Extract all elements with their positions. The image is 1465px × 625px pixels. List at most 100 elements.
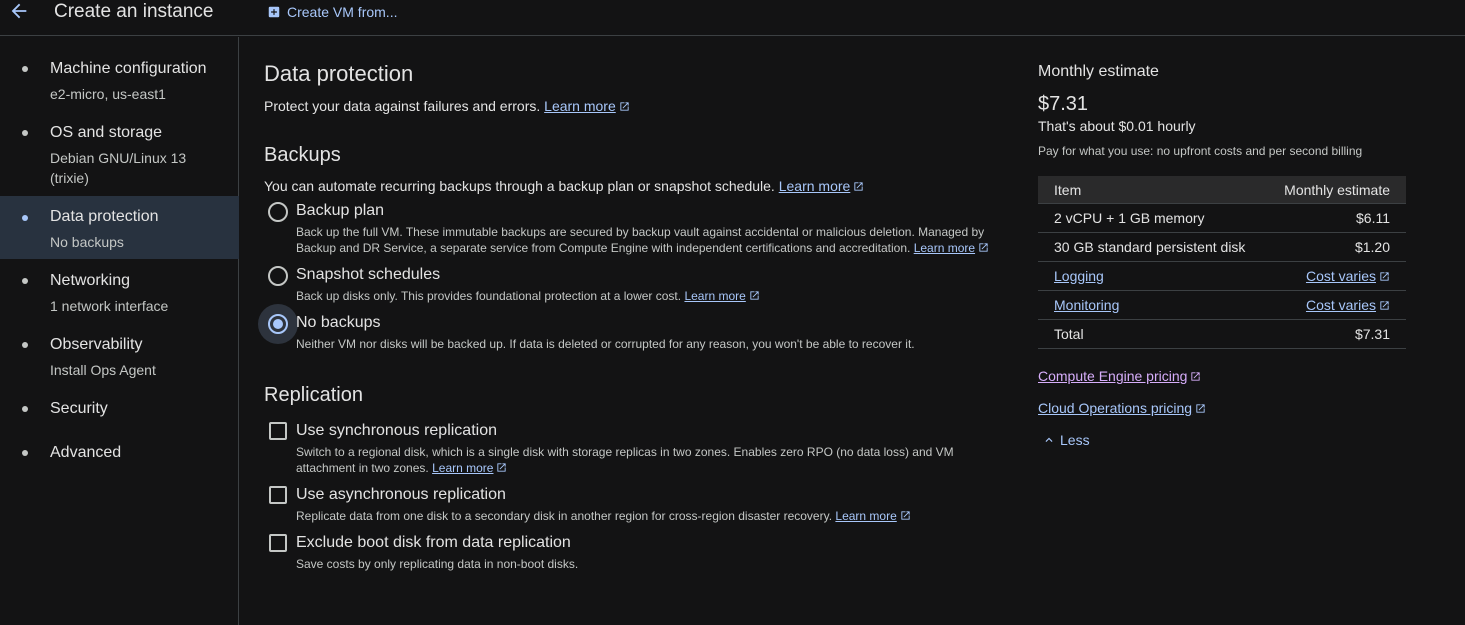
column-header: Monthly estimate [1284,182,1390,198]
learn-more-label: Learn more [778,178,851,194]
learn-more-link[interactable]: Learn more [779,178,851,194]
sync-replication-checkbox[interactable] [269,422,287,440]
learn-more-label: Learn more [544,98,616,114]
learn-more-link[interactable]: Learn more [835,509,896,523]
row-item: 30 GB standard persistent disk [1054,239,1246,255]
table-header-row: Item Monthly estimate [1038,176,1406,204]
back-arrow-icon[interactable] [8,0,30,22]
nav-dot-icon [22,215,28,221]
cloud-operations-pricing: Cloud Operations pricing [1038,400,1406,416]
option-description: Switch to a regional disk, which is a si… [296,444,976,476]
learn-more-link[interactable]: Learn more [432,461,493,475]
row-item: 2 vCPU + 1 GB memory [1054,210,1205,226]
open-in-new-icon [900,510,911,521]
open-in-new-icon [1190,371,1201,382]
sidebar-item-label: Data protection [50,208,159,225]
chevron-up-icon [1042,433,1056,447]
row-item: Total [1054,326,1084,342]
learn-more-link[interactable]: Learn more [544,98,616,114]
sidebar-item-os-and-storage[interactable]: OS and storage Debian GNU/Linux 13 (trix… [0,115,239,191]
sidebar-item-networking[interactable]: Networking 1 network interface [0,263,239,319]
open-in-new-icon [1379,271,1390,282]
compute-engine-pricing: Compute Engine pricing [1038,368,1406,384]
sync-replication-option[interactable]: Use synchronous replication Switch to a … [264,422,1004,476]
nav-dot-icon [22,130,28,136]
open-in-new-icon [496,462,507,473]
open-in-new-icon [978,242,989,253]
nav-dot-icon [22,66,28,72]
estimate-note: Pay for what you use: no upfront costs a… [1038,144,1363,158]
learn-more-link[interactable]: Learn more [914,241,975,255]
option-description: Neither VM nor disks will be backed up. … [296,336,996,352]
cost-varies-link[interactable]: Cost varies [1306,268,1376,284]
open-in-new-icon [853,181,864,192]
sidebar-item-security[interactable]: Security [0,391,239,427]
logging-link[interactable]: Logging [1054,268,1104,284]
sidebar-item-sub: e2-micro, us-east1 [50,86,166,102]
sidebar-item-sub: Debian GNU/Linux 13 (trixie) [50,150,187,186]
replication-title: Replication [264,384,363,406]
estimate-table: Item Monthly estimate 2 vCPU + 1 GB memo… [1038,176,1406,349]
sidebar-item-machine-configuration[interactable]: Machine configuration e2-micro, us-east1 [0,51,239,107]
estimate-title: Monthly estimate [1038,63,1159,80]
option-description: Back up the full VM. These immutable bac… [296,224,996,256]
sidebar-item-label: Networking [50,272,131,289]
create-vm-from-button[interactable]: Create VM from... [267,4,397,20]
backups-intro-text: You can automate recurring backups throu… [264,178,775,194]
cloud-operations-pricing-link[interactable]: Cloud Operations pricing [1038,400,1192,416]
no-backups-option[interactable]: No backups Neither VM nor disks will be … [258,304,1004,354]
sidebar-item-sub: No backups [50,234,124,250]
sidebar-item-data-protection[interactable]: Data protection No backups [0,196,239,259]
option-desc-text: Save costs by only replicating data in n… [296,557,579,571]
option-title: Exclude boot disk from data replication [296,534,571,551]
intro-text: Protect your data against failures and e… [264,98,541,114]
no-backups-radio[interactable] [268,314,288,334]
compute-engine-pricing-link[interactable]: Compute Engine pricing [1038,368,1187,384]
column-header: Item [1054,182,1082,198]
async-replication-checkbox[interactable] [269,486,287,504]
nav-dot-icon [22,406,28,412]
monitoring-link[interactable]: Monitoring [1054,297,1119,313]
option-title: Backup plan [296,202,385,219]
option-desc-text: Neither VM nor disks will be backed up. … [296,337,915,351]
backup-plan-radio[interactable] [268,202,288,222]
table-total-row: Total $7.31 [1038,320,1406,349]
learn-more-label: Learn more [835,509,897,523]
exclude-boot-disk-option[interactable]: Exclude boot disk from data replication … [264,534,1004,574]
backup-plan-option[interactable]: Backup plan Back up the full VM. These i… [264,202,1004,256]
option-title: Snapshot schedules [296,266,441,283]
option-description: Replicate data from one disk to a second… [296,508,996,524]
sidebar-item-label: Security [50,400,108,417]
open-in-new-icon [1379,300,1390,311]
sidebar-item-label: OS and storage [50,124,163,141]
exclude-boot-disk-checkbox[interactable] [269,534,287,552]
option-desc-text: Switch to a regional disk, which is a si… [296,445,954,475]
logging-cost: Cost varies [1306,268,1390,284]
snapshot-schedules-option[interactable]: Snapshot schedules Back up disks only. T… [264,266,1004,306]
learn-more-label: Learn more [684,289,746,303]
option-desc-text: Back up the full VM. These immutable bac… [296,225,985,255]
option-description: Save costs by only replicating data in n… [296,556,996,572]
table-row: 30 GB standard persistent disk $1.20 [1038,233,1406,262]
sidebar-item-advanced[interactable]: Advanced [0,435,239,471]
backups-intro: You can automate recurring backups throu… [264,178,864,194]
learn-more-link[interactable]: Learn more [684,289,745,303]
nav-dot-icon [22,342,28,348]
option-title: Use asynchronous replication [296,486,506,503]
snapshot-schedules-radio[interactable] [268,266,288,286]
nav-dot-icon [22,450,28,456]
monitoring-cost: Cost varies [1306,297,1390,313]
less-button[interactable]: Less [1042,432,1090,448]
sidebar-item-sub: 1 network interface [50,298,169,314]
option-title: No backups [296,314,381,331]
table-row: 2 vCPU + 1 GB memory $6.11 [1038,204,1406,233]
page-title: Create an instance [54,1,214,22]
add-box-icon [267,5,281,19]
cost-varies-link[interactable]: Cost varies [1306,297,1376,313]
sidebar-nav: Machine configuration e2-micro, us-east1… [0,37,239,625]
learn-more-label: Learn more [432,461,494,475]
sidebar-item-observability[interactable]: Observability Install Ops Agent [0,327,239,383]
option-desc-text: Replicate data from one disk to a second… [296,509,833,523]
option-title: Use synchronous replication [296,422,497,439]
async-replication-option[interactable]: Use asynchronous replication Replicate d… [264,486,1004,526]
